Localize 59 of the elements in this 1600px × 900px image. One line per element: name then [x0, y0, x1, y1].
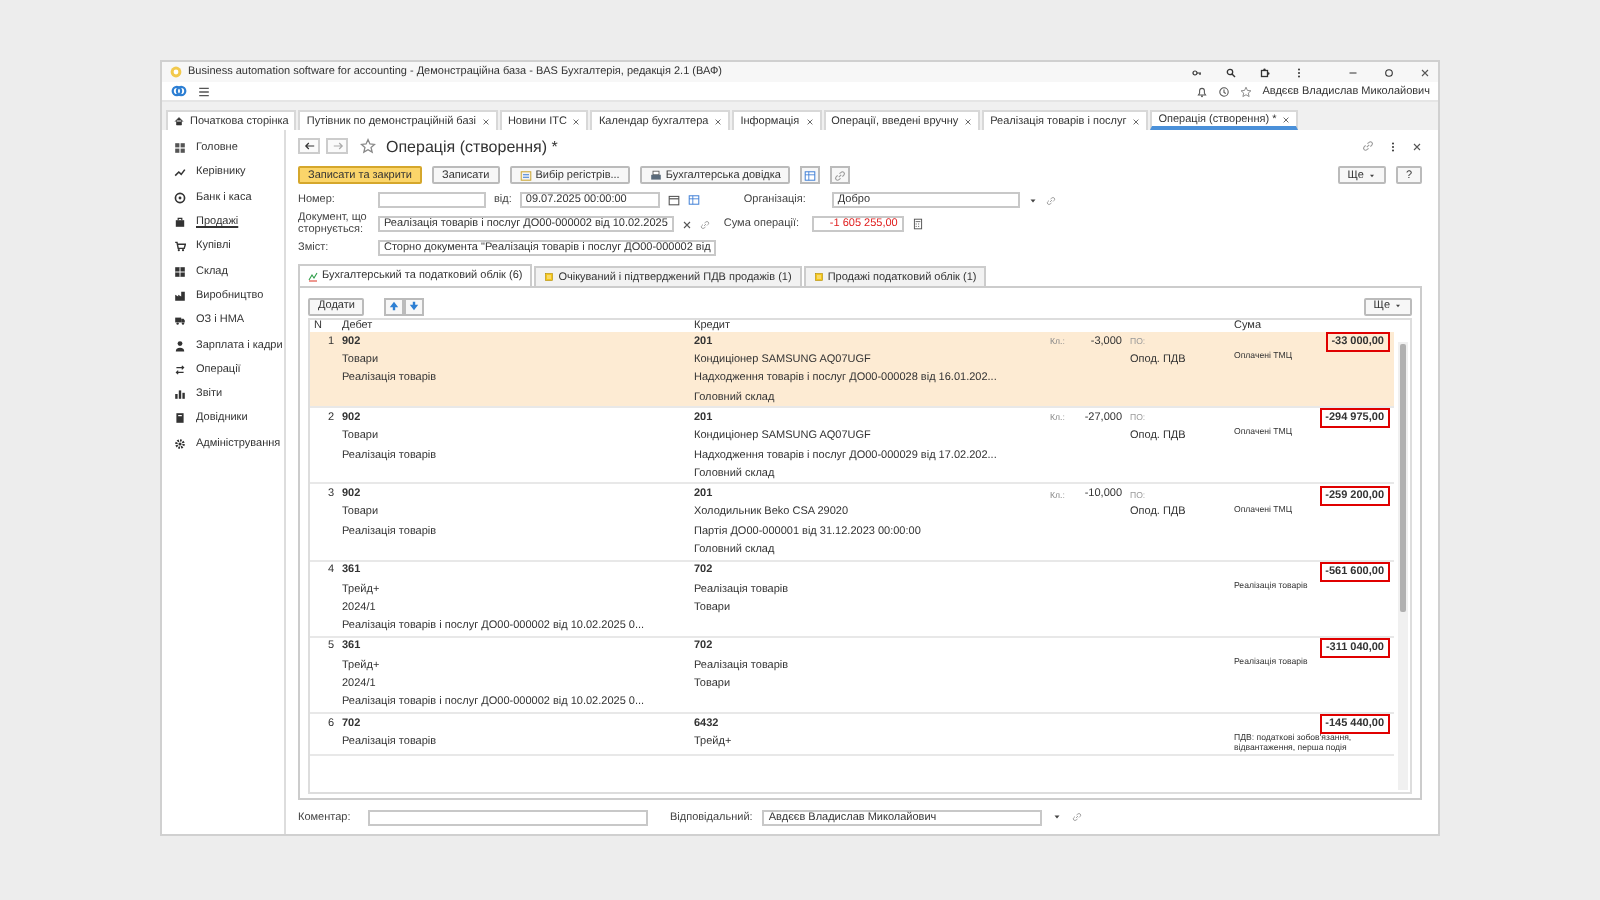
key-icon[interactable]: [1192, 67, 1202, 77]
close-icon[interactable]: [964, 117, 973, 125]
document-icon: [544, 272, 555, 283]
star-icon[interactable]: [1240, 85, 1253, 97]
chart-icon: [308, 271, 318, 282]
puzzle-icon[interactable]: [1260, 67, 1270, 77]
link-icon[interactable]: [1362, 140, 1374, 152]
close-icon[interactable]: [481, 117, 490, 125]
cart-icon: [174, 240, 186, 253]
grid-icon: [174, 142, 186, 155]
calculator-icon[interactable]: [911, 218, 924, 231]
book-icon: [174, 412, 186, 425]
link-icon: [834, 169, 847, 181]
search-icon[interactable]: [1226, 67, 1236, 77]
minimize-icon[interactable]: [1348, 67, 1358, 77]
close-icon[interactable]: [572, 117, 581, 125]
caret-icon[interactable]: [1052, 812, 1063, 822]
down-arrow-icon: [408, 300, 421, 313]
close-icon[interactable]: [681, 219, 692, 230]
caret-icon[interactable]: [1027, 195, 1038, 205]
home-icon: [174, 116, 184, 126]
left-arrow-icon: [303, 140, 315, 152]
input-field[interactable]: [378, 192, 486, 208]
right-arrow-icon: [331, 140, 343, 152]
back-button[interactable]: [298, 138, 320, 154]
star-icon[interactable]: [360, 138, 376, 154]
move-up-button[interactable]: [384, 297, 405, 316]
document-icon: [813, 272, 824, 283]
table-icon[interactable]: [687, 194, 700, 206]
truck-icon: [174, 314, 186, 327]
close-icon[interactable]: [1420, 67, 1430, 77]
up-arrow-icon: [388, 300, 401, 313]
table-icon: [519, 169, 532, 181]
calendar-icon[interactable]: [667, 194, 680, 206]
arrows-icon: [174, 363, 186, 376]
close-icon[interactable]: [1282, 115, 1291, 123]
close-icon[interactable]: [1132, 117, 1141, 125]
line-chart-icon: [174, 166, 186, 179]
gear-icon: [174, 437, 186, 450]
caret-icon: [1367, 171, 1376, 179]
bell-icon[interactable]: [1196, 85, 1209, 97]
move-down-button[interactable]: [404, 297, 425, 316]
history-icon[interactable]: [1218, 85, 1231, 97]
form-title: Операція (створення) *: [386, 137, 558, 155]
input-field[interactable]: [368, 809, 648, 825]
scrollbar[interactable]: [1398, 342, 1408, 790]
bag-icon: [174, 216, 186, 229]
maximize-icon[interactable]: [1384, 67, 1394, 77]
factory-icon: [174, 289, 186, 302]
menu-icon[interactable]: [198, 85, 210, 97]
printer-icon: [649, 169, 662, 181]
bar-chart-icon: [174, 388, 186, 401]
table-icon: [804, 169, 817, 181]
close-icon[interactable]: [1412, 141, 1422, 151]
close-icon[interactable]: [714, 117, 723, 125]
close-icon[interactable]: [805, 117, 814, 125]
icon-button[interactable]: [800, 166, 821, 184]
person-icon: [174, 339, 186, 352]
coin-icon: [174, 191, 186, 204]
